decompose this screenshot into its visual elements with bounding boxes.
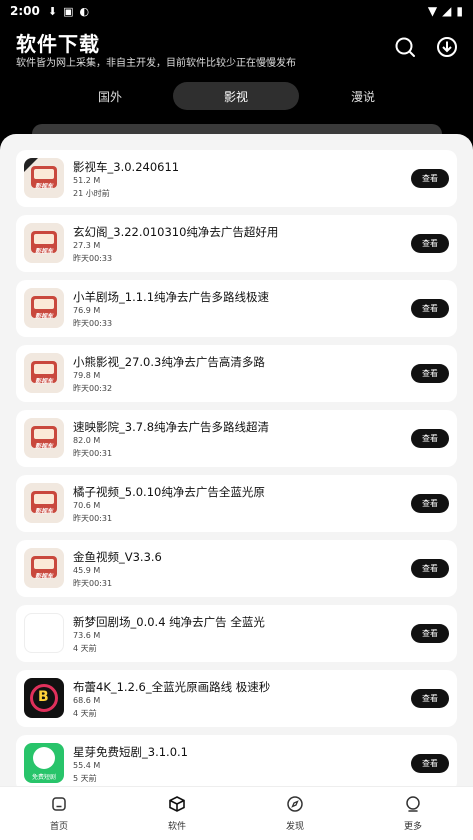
page-subtitle: 软件皆为网上采集，非自主开发，目前软件比较少正在慢慢发布 [16,58,296,69]
tv-app-icon: 影视车 [24,158,64,198]
nav-more[interactable]: 更多 [383,795,443,832]
tv-app-icon: 影视车 [24,418,64,458]
view-button[interactable]: 查看 [411,429,449,448]
tv-app-icon: 影视车 [24,288,64,328]
category-tabs: 国外 影视 漫说 [0,80,473,112]
signal-icon: ◢ [442,4,452,18]
battery-icon: ▮ [456,4,463,18]
app-name: 小羊剧场_1.1.1纯净去广告多路线极速 [73,290,270,304]
app-name: 速映影院_3.7.8纯净去广告多路线超清 [73,420,270,434]
app-name: 影视车_3.0.240611 [73,160,180,174]
app-time: 5 天前 [73,774,97,783]
tv-app-icon: 影视车 [24,223,64,263]
app-header: 软件下载 软件皆为网上采集，非自主开发，目前软件比较少正在慢慢发布 [0,22,473,78]
content-sheet: 影视车 影视车_3.0.240611 51.2 M 21 小时前 查看 影视车 … [0,134,473,840]
blank-app-icon [24,613,64,653]
list-item[interactable]: 影视车 小熊影视_27.0.3纯净去广告高清多路 79.8 M 昨天00:32 … [16,345,457,402]
nav-discover-label: 发现 [285,822,304,832]
list-item[interactable]: B 布蕾4K_1.2.6_全蓝光原画路线 极速秒 68.6 M 4 天前 查看 [16,670,457,727]
list-item[interactable]: 影视车 速映影院_3.7.8纯净去广告多路线超清 82.0 M 昨天00:31 … [16,410,457,467]
tab-foreign[interactable]: 国外 [47,82,173,110]
wifi-icon: ▼ [427,4,438,18]
app-size: 70.6 M [73,501,101,510]
search-icon [395,37,415,57]
download-notification-icon: ⬇ [47,4,58,18]
bottom-nav: 首页 软件 发现 更多 [0,786,473,840]
nav-home[interactable]: 首页 [29,795,89,832]
app-name: 星芽免费短剧_3.1.0.1 [73,745,188,759]
app-size: 82.0 M [73,436,101,445]
home-icon [52,797,66,811]
tv-app-icon: 影视车 [24,483,64,523]
app-time: 21 小时前 [73,189,110,198]
app-name: 新梦回剧场_0.0.4 纯净去广告 全蓝光 [73,615,265,629]
app-time: 昨天00:31 [73,579,113,588]
more-icon [406,796,420,812]
view-button[interactable]: 查看 [411,299,449,318]
app-time: 昨天00:32 [73,384,113,393]
app-time: 昨天00:31 [73,449,113,458]
search-button[interactable] [392,34,418,60]
status-bar: 2:00 ⬇ ▣ ◐ ▼ ◢ ▮ [0,0,473,22]
list-item[interactable]: 影视车 橘子视频_5.0.10纯净去广告全蓝光原 70.6 M 昨天00:31 … [16,475,457,532]
view-button[interactable]: 查看 [411,624,449,643]
cube-icon [169,796,185,812]
nav-software[interactable]: 软件 [147,795,207,832]
list-item[interactable]: 新梦回剧场_0.0.4 纯净去广告 全蓝光 73.6 M 4 天前 查看 [16,605,457,662]
download-icon [437,37,457,57]
app-size: 76.9 M [73,306,101,315]
app-time: 昨天00:33 [73,319,113,328]
app-size: 68.6 M [73,696,101,705]
view-button[interactable]: 查看 [411,559,449,578]
app-size: 79.8 M [73,371,101,380]
bulei-app-icon: B [24,678,64,718]
app-time: 4 天前 [73,709,97,718]
tab-comics[interactable]: 漫说 [300,82,426,110]
list-item[interactable]: 影视车 影视车_3.0.240611 51.2 M 21 小时前 查看 [16,150,457,207]
status-time: 2:00 [10,4,40,18]
app-name: 布蕾4K_1.2.6_全蓝光原画路线 极速秒 [73,680,271,694]
app-time: 昨天00:31 [73,514,113,523]
app-time: 4 天前 [73,644,97,653]
view-button[interactable]: 查看 [411,169,449,188]
list-item[interactable]: 影视车 金鱼视频_V3.3.6 45.9 M 昨天00:31 查看 [16,540,457,597]
system-icons: ▼ ◢ ▮ [428,4,463,18]
view-button[interactable]: 查看 [411,494,449,513]
app-size: 27.3 M [73,241,101,250]
app-size: 73.6 M [73,631,101,640]
app-name: 小熊影视_27.0.3纯净去广告高清多路 [73,355,265,369]
xingya-app-icon: 免费短剧 [24,743,64,783]
app-size: 45.9 M [73,566,101,575]
page-title: 软件下载 [16,32,100,56]
app-name: 橘子视频_5.0.10纯净去广告全蓝光原 [73,485,265,499]
nav-software-label: 软件 [167,822,186,832]
list-item[interactable]: 影视车 玄幻阁_3.22.010310纯净去广告超好用 27.3 M 昨天00:… [16,215,457,272]
view-button[interactable]: 查看 [411,754,449,773]
app-name: 玄幻阁_3.22.010310纯净去广告超好用 [73,225,279,239]
view-button[interactable]: 查看 [411,689,449,708]
view-button[interactable]: 查看 [411,234,449,253]
tab-video[interactable]: 影视 [173,82,299,110]
nav-home-label: 首页 [49,822,68,832]
nav-discover[interactable]: 发现 [265,795,325,832]
app-name: 金鱼视频_V3.3.6 [73,550,162,564]
sync-notification-icon: ◐ [79,4,90,18]
app-notification-icon: ▣ [63,4,74,18]
list-item[interactable]: 影视车 小羊剧场_1.1.1纯净去广告多路线极速 76.9 M 昨天00:33 … [16,280,457,337]
download-button[interactable] [434,34,460,60]
list-item[interactable]: 免费短剧 星芽免费短剧_3.1.0.1 55.4 M 5 天前 查看 [16,735,457,792]
compass-icon [287,796,303,812]
app-size: 51.2 M [73,176,101,185]
app-size: 55.4 M [73,761,101,770]
tv-app-icon: 影视车 [24,548,64,588]
notification-icons: ⬇ ▣ ◐ [48,5,89,18]
nav-more-label: 更多 [403,822,422,832]
tv-app-icon: 影视车 [24,353,64,393]
view-button[interactable]: 查看 [411,364,449,383]
app-time: 昨天00:33 [73,254,113,263]
